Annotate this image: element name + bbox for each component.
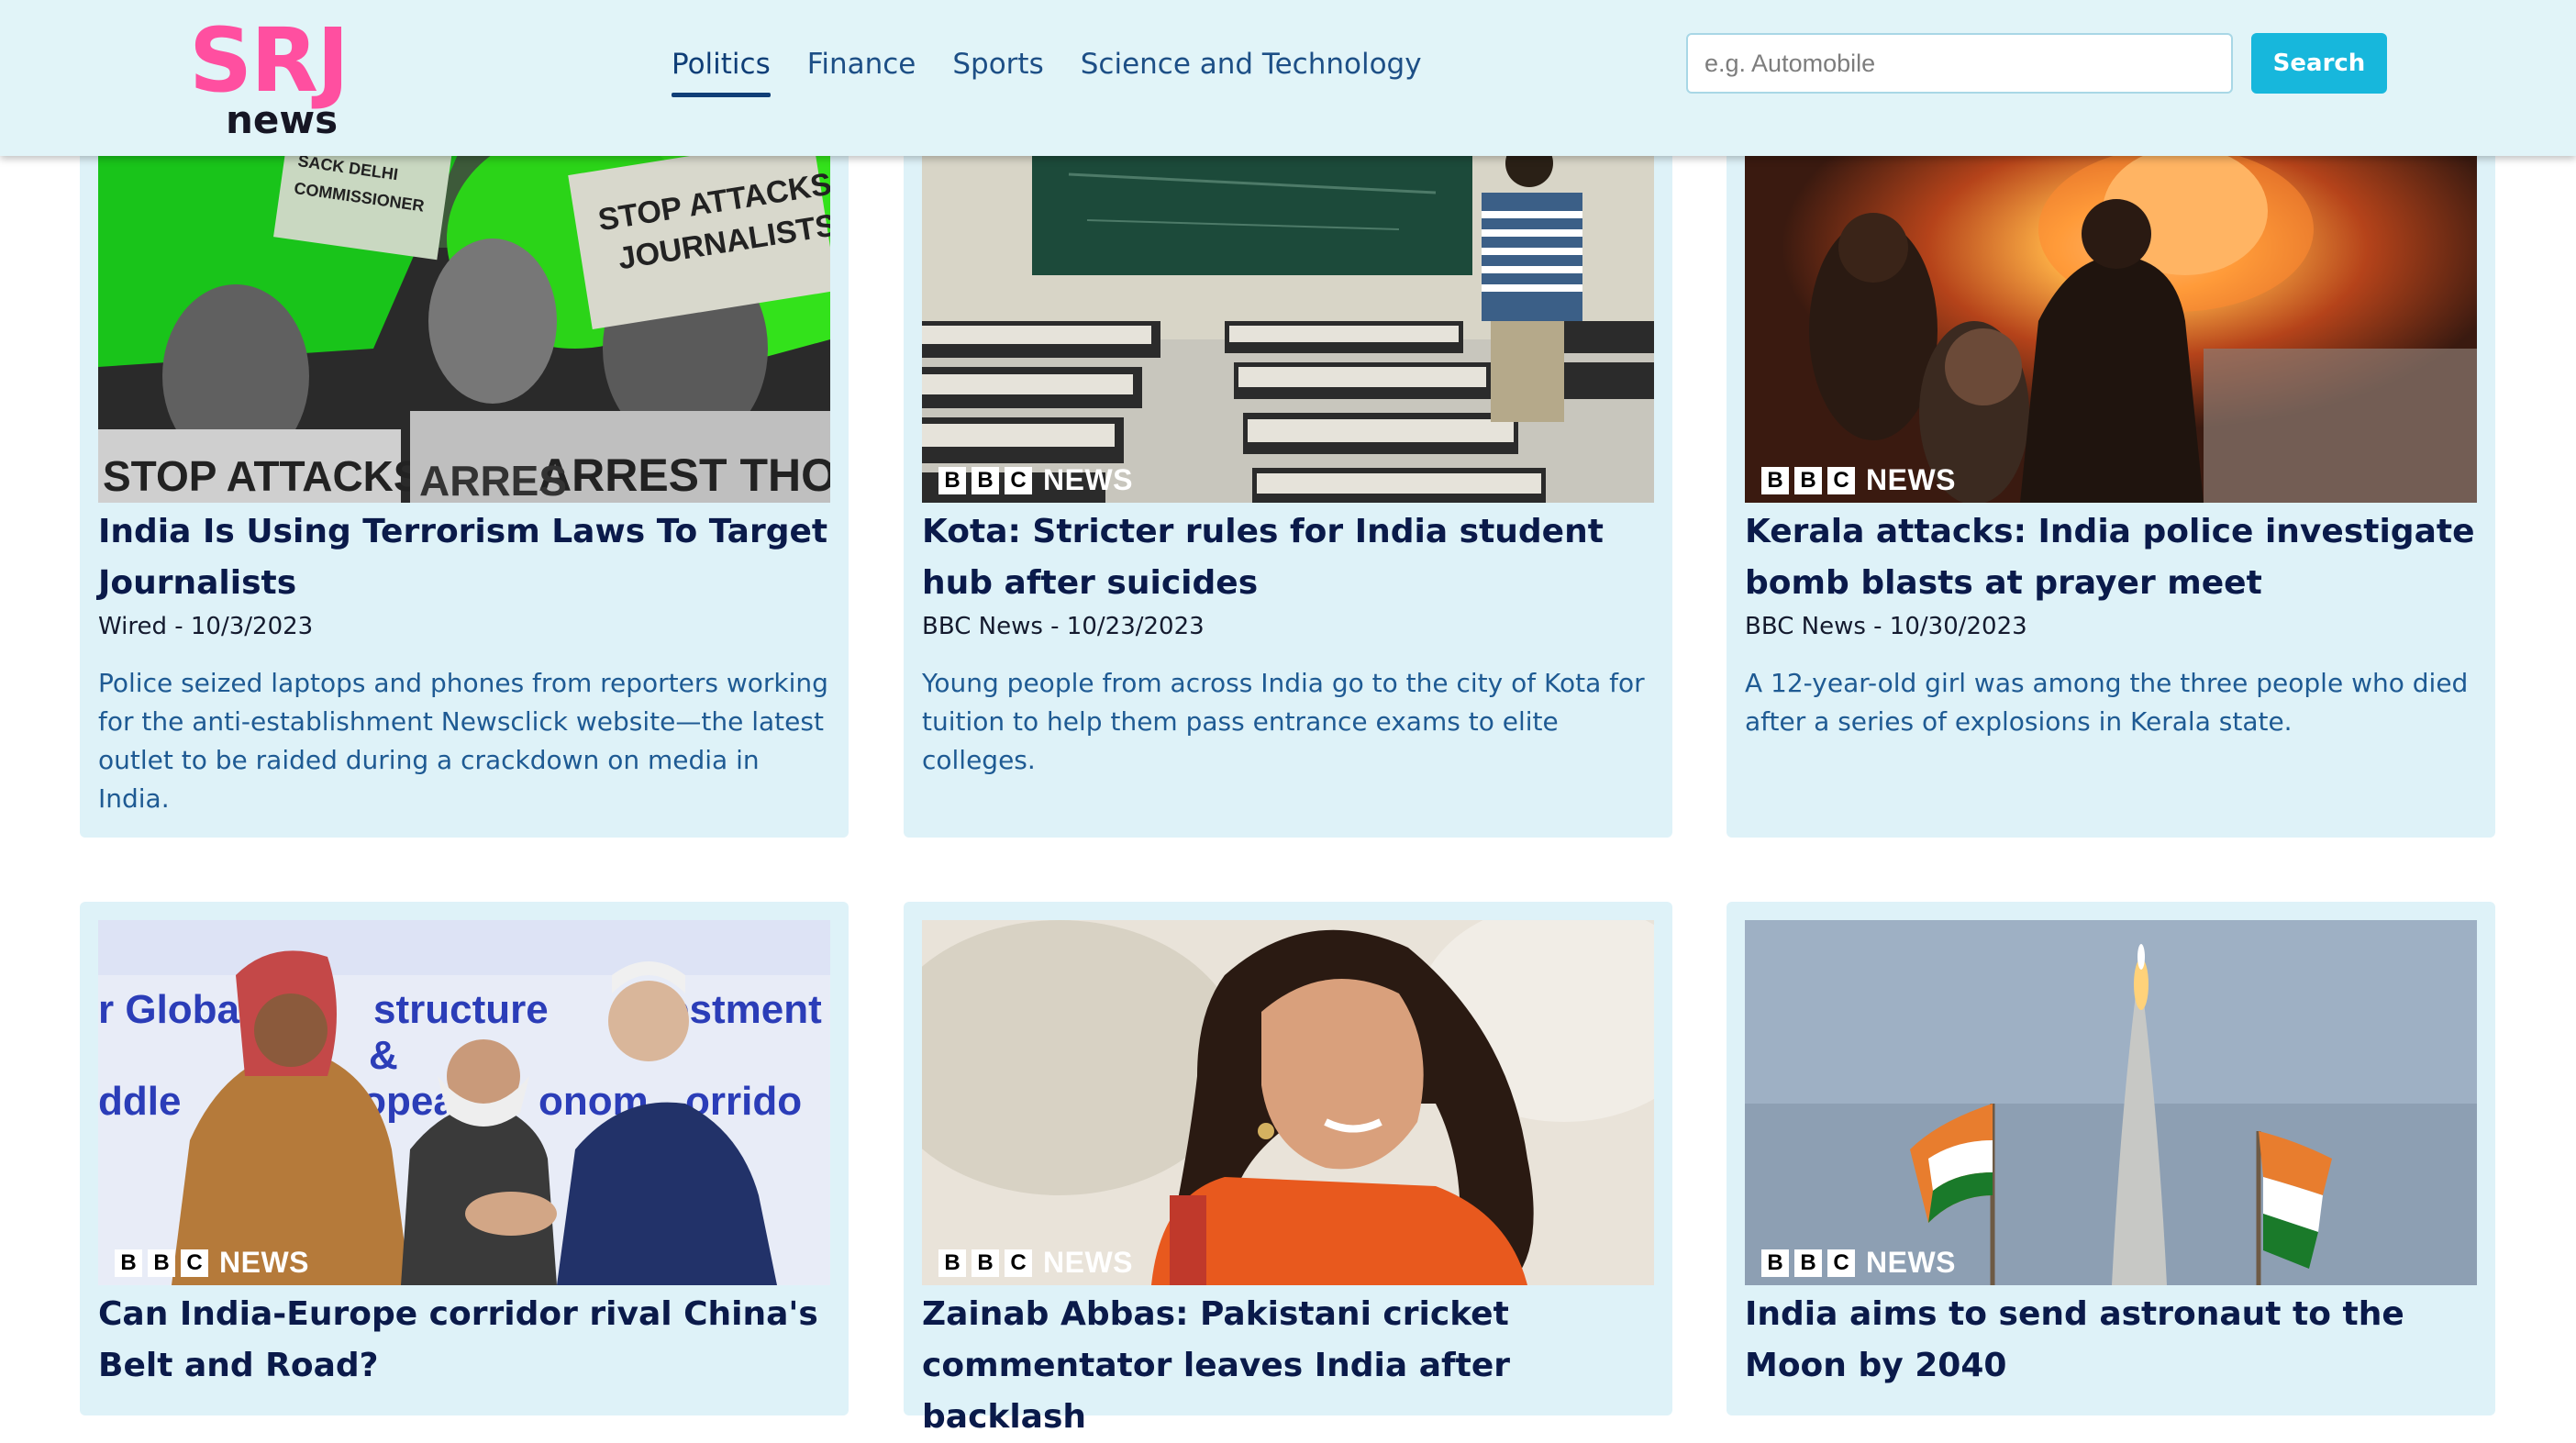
article-image-leaders[interactable]: r Global structure estment & ddle ropean… [98,920,830,1285]
article-description: A 12-year-old girl was among the three p… [1745,668,2469,737]
article-title[interactable]: India aims to send astronaut to the Moon… [1745,1289,2479,1392]
article-card[interactable]: STOP ATTACKS ON JOURNALISTS! SACK DELHI … [80,138,849,838]
bbc-news-logo: B B C NEWS [1761,1246,1956,1280]
search-input[interactable] [1686,33,2233,94]
article-image-fire[interactable]: B B C NEWS [1745,138,2477,503]
nav-finance[interactable]: Finance [807,44,916,92]
article-image-classroom[interactable]: B B C NEWS [922,138,1654,503]
article-title[interactable]: Zainab Abbas: Pakistani cricket commenta… [922,1289,1656,1443]
article-title[interactable]: Kerala attacks: India police investigate… [1745,506,2479,609]
protest-sign-text: ARREST THOSE [539,450,830,501]
article-image-rocket[interactable]: B B C NEWS [1745,920,2477,1285]
article-card[interactable]: B B C NEWS Kerala attacks: India police … [1727,138,2495,838]
article-title[interactable]: India Is Using Terrorism Laws To Target … [98,506,832,609]
article-card[interactable]: B B C NEWS Zainab Abbas: Pakistani crick… [904,902,1672,1436]
main-nav: Politics Finance Sports Science and Tech… [672,44,1459,97]
bbc-news-logo: B B C NEWS [1761,463,1956,497]
protest-sign-text: ARRES [419,457,567,503]
article-card[interactable]: B B C NEWS India aims to send astronaut … [1727,902,2495,1415]
article-image-protest[interactable]: STOP ATTACKS ON JOURNALISTS! SACK DELHI … [98,138,830,503]
bbc-news-logo: B B C NEWS [115,1246,309,1280]
article-description: Young people from across India go to the… [922,668,1645,775]
article-meta: BBC News - 10/23/2023 [922,613,1205,640]
backdrop-text: ddle [98,1079,181,1124]
article-image-commentator[interactable]: B B C NEWS [922,920,1654,1285]
logo-subtext: news [226,97,339,142]
article-meta: Wired - 10/3/2023 [98,613,314,640]
article-meta: BBC News - 10/30/2023 [1745,613,2027,640]
nav-science-technology[interactable]: Science and Technology [1081,44,1422,92]
article-title[interactable]: Can India-Europe corridor rival China's … [98,1289,832,1392]
backdrop-text: r Global [98,987,250,1032]
backdrop-text: & [369,1033,398,1078]
backdrop-text: structure [373,987,549,1032]
site-logo[interactable]: SRJ news [189,13,372,143]
bbc-news-logo: B B C NEWS [938,463,1133,497]
search-button[interactable]: Search [2251,33,2387,94]
nav-politics[interactable]: Politics [672,44,771,97]
article-description: Police seized laptops and phones from re… [98,668,828,814]
article-title[interactable]: Kota: Stricter rules for India student h… [922,506,1656,609]
logo-text: SRJ [189,9,350,112]
backdrop-text: estment [667,987,822,1032]
site-header: SRJ news Politics Finance Sports Science… [0,0,2576,156]
bbc-news-logo: B B C NEWS [938,1246,1133,1280]
nav-sports[interactable]: Sports [952,44,1043,92]
article-card[interactable]: B B C NEWS Kota: Stricter rules for Indi… [904,138,1672,838]
article-card[interactable]: r Global structure estment & ddle ropean… [80,902,849,1415]
